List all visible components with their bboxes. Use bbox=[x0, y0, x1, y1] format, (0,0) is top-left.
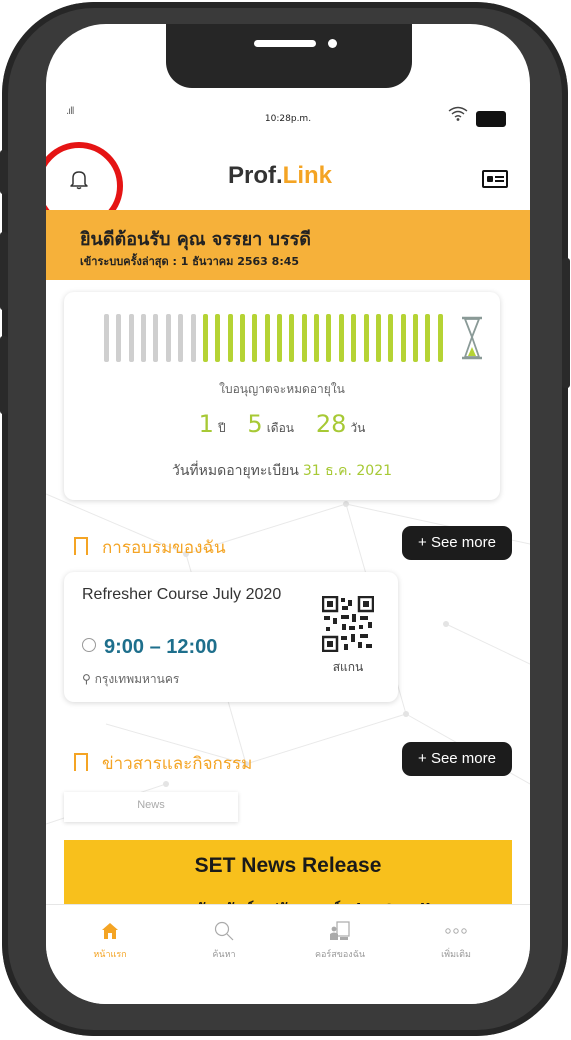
phone-power-button bbox=[562, 258, 570, 388]
id-card-icon[interactable] bbox=[482, 170, 508, 188]
phone-frame: .ıll 10:28p.m. Prof.Link ยินดีต้อนรับ คุ… bbox=[0, 2, 570, 1036]
tab-search[interactable]: ค้นหา bbox=[174, 919, 274, 961]
remaining-bar bbox=[289, 314, 295, 362]
course-icon bbox=[330, 921, 350, 940]
home-icon bbox=[102, 923, 118, 939]
remaining-bar bbox=[412, 314, 418, 362]
more-icon bbox=[445, 928, 467, 934]
welcome-greeting: ยินดีต้อนรับ คุณ จรรยา บรรดี bbox=[80, 229, 311, 250]
bookmark-icon bbox=[74, 753, 88, 777]
course-title: Refresher Course July 2020 bbox=[82, 586, 282, 603]
elapsed-bar bbox=[116, 314, 122, 362]
elapsed-bar bbox=[153, 314, 159, 362]
phone-side-button bbox=[0, 150, 8, 194]
training-see-more-button[interactable]: + See more bbox=[402, 526, 512, 560]
remaining-bar bbox=[375, 314, 381, 362]
remaining-bar bbox=[388, 314, 394, 362]
remaining-bar bbox=[314, 314, 320, 362]
welcome-banner: ยินดีต้อนรับ คุณ จรรยา บรรดี เข้าระบบครั… bbox=[46, 210, 530, 280]
tab-my-courses[interactable]: คอร์สของฉัน bbox=[290, 919, 390, 961]
remaining-bar bbox=[227, 314, 233, 362]
elapsed-bar bbox=[141, 314, 147, 362]
expire-caption: ใบอนุญาตจะหมดอายุใน bbox=[219, 382, 345, 396]
wifi-icon bbox=[448, 106, 468, 121]
expiry-label: วันที่หมดอายุทะเบียน bbox=[171, 463, 299, 479]
app-screen: .ıll 10:28p.m. Prof.Link ยินดีต้อนรับ คุ… bbox=[46, 24, 530, 1004]
remaining-time: 1 ปี 5 เดือน 28 วัน bbox=[64, 410, 500, 438]
remaining-bar bbox=[400, 314, 406, 362]
expiry-date: 31 ธ.ค. 2021 bbox=[302, 463, 393, 479]
remaining-bar bbox=[202, 314, 208, 362]
license-progress-bars bbox=[104, 314, 450, 362]
speaker-grille bbox=[254, 40, 316, 47]
last-login: เข้าระบบครั้งล่าสุด : 1 ธันวาคม 2563 8:4… bbox=[80, 255, 300, 268]
news-headline: SET News Release bbox=[194, 854, 382, 877]
course-card[interactable]: Refresher Course July 2020 9:00 – 12:00 … bbox=[64, 572, 398, 702]
bookmark-icon bbox=[74, 537, 88, 561]
course-location: กรุงเทพมหานคร bbox=[94, 672, 180, 686]
remaining-bar bbox=[351, 314, 357, 362]
elapsed-bar bbox=[165, 314, 171, 362]
remaining-bar bbox=[425, 314, 431, 362]
remaining-bar bbox=[239, 314, 245, 362]
license-card: ใบอนุญาตจะหมดอายุใน 1 ปี 5 เดือน 28 วัน วัน… bbox=[64, 292, 500, 500]
phone-volume-up-button bbox=[0, 232, 8, 310]
remaining-bar bbox=[277, 314, 282, 362]
remaining-bar bbox=[338, 314, 344, 362]
news-title-text: ข่าวสารและกิจกรรม bbox=[102, 754, 253, 774]
expiry-date-row: วันที่หมดอายุทะเบียน 31 ธ.ค. 2021 bbox=[64, 460, 500, 482]
app-logo: Prof.Link bbox=[228, 162, 332, 190]
qr-code-icon[interactable] bbox=[322, 596, 374, 652]
notch bbox=[166, 24, 412, 88]
scan-label[interactable]: สแกน bbox=[310, 658, 386, 677]
tab-more-label: เพิ่มเติม bbox=[441, 950, 471, 960]
remaining-bar bbox=[264, 314, 270, 362]
logo-text: Prof bbox=[228, 162, 276, 189]
search-icon bbox=[214, 921, 234, 941]
logo-accent: Link bbox=[282, 162, 333, 189]
years-unit: ปี bbox=[217, 421, 226, 435]
clock-icon bbox=[82, 638, 96, 652]
course-time: 9:00 – 12:00 bbox=[104, 636, 218, 658]
elapsed-bar bbox=[128, 314, 134, 362]
tab-my-courses-label: คอร์สของฉัน bbox=[315, 950, 365, 960]
course-time-row: 9:00 – 12:00 bbox=[82, 636, 217, 659]
remaining-bar bbox=[301, 314, 307, 362]
news-tab[interactable]: News bbox=[64, 792, 238, 822]
elapsed-bar bbox=[178, 314, 184, 362]
hourglass-icon bbox=[462, 316, 482, 360]
remaining-years: 1 bbox=[198, 410, 214, 438]
training-title-text: การอบรมของฉัน bbox=[102, 538, 226, 558]
training-section-title: การอบรมของฉัน bbox=[74, 534, 226, 561]
tab-search-label: ค้นหา bbox=[212, 950, 236, 960]
tab-home[interactable]: หน้าแรก bbox=[60, 919, 160, 961]
elapsed-bar bbox=[104, 314, 109, 362]
remaining-bar bbox=[437, 314, 443, 362]
tab-home-label: หน้าแรก bbox=[93, 950, 127, 960]
remaining-bar bbox=[326, 314, 332, 362]
logo-dot: . bbox=[276, 162, 283, 189]
elapsed-bar bbox=[190, 314, 196, 362]
remaining-months: 5 bbox=[247, 410, 263, 438]
tab-more[interactable]: เพิ่มเติม bbox=[406, 919, 506, 961]
phone-volume-down-button bbox=[0, 336, 8, 414]
remaining-days: 28 bbox=[315, 410, 347, 438]
remaining-bar bbox=[215, 314, 221, 362]
course-location-row: ⚲ กรุงเทพมหานคร bbox=[82, 670, 179, 689]
front-camera bbox=[328, 39, 337, 48]
battery-icon bbox=[476, 111, 506, 127]
location-pin-icon: ⚲ bbox=[82, 672, 95, 686]
days-unit: วัน bbox=[350, 421, 366, 435]
remaining-bar bbox=[252, 314, 258, 362]
months-unit: เดือน bbox=[266, 421, 294, 435]
news-section-title: ข่าวสารและกิจกรรม bbox=[74, 750, 252, 777]
bottom-tab-bar: หน้าแรก ค้นหา คอร์สของฉัน เพิ่มเติม bbox=[46, 904, 530, 1004]
news-see-more-button[interactable]: + See more bbox=[402, 742, 512, 776]
remaining-bar bbox=[363, 314, 369, 362]
